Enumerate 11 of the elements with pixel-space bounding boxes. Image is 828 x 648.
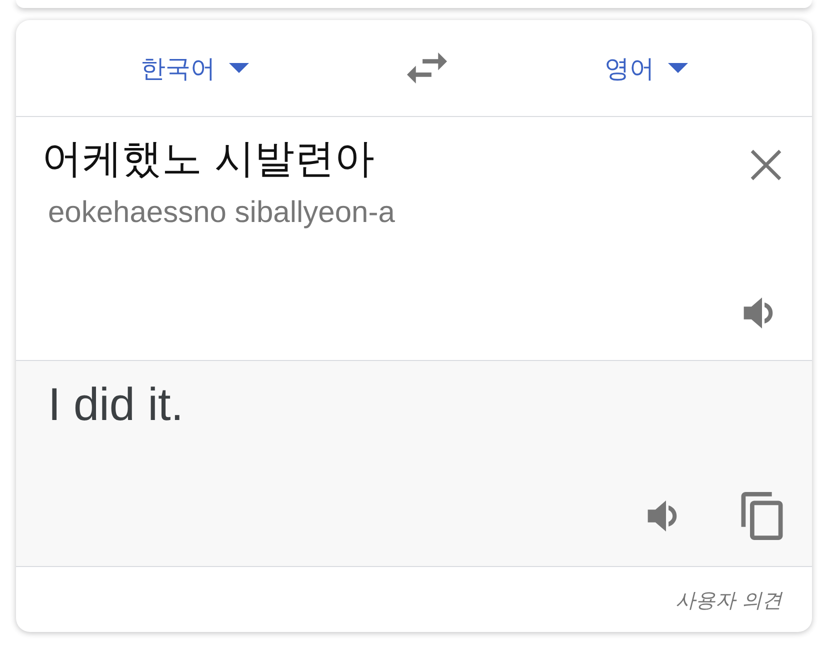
translation-text: I did it. (48, 377, 185, 432)
close-icon[interactable] (750, 149, 782, 181)
language-selector[interactable]: 한국어 (140, 56, 248, 80)
romanization-text: eokehaessno siballyeon-a (48, 195, 396, 231)
language-selector[interactable]: 영어 (604, 56, 688, 80)
source-text[interactable]: 어케했노 시발련아 (42, 135, 742, 183)
feedback-link[interactable]: 사용자 의견 (676, 584, 782, 614)
swap-icon[interactable] (406, 51, 446, 85)
caret-icon (668, 63, 688, 73)
caret-icon (228, 63, 248, 73)
copy-icon[interactable] (740, 492, 784, 540)
